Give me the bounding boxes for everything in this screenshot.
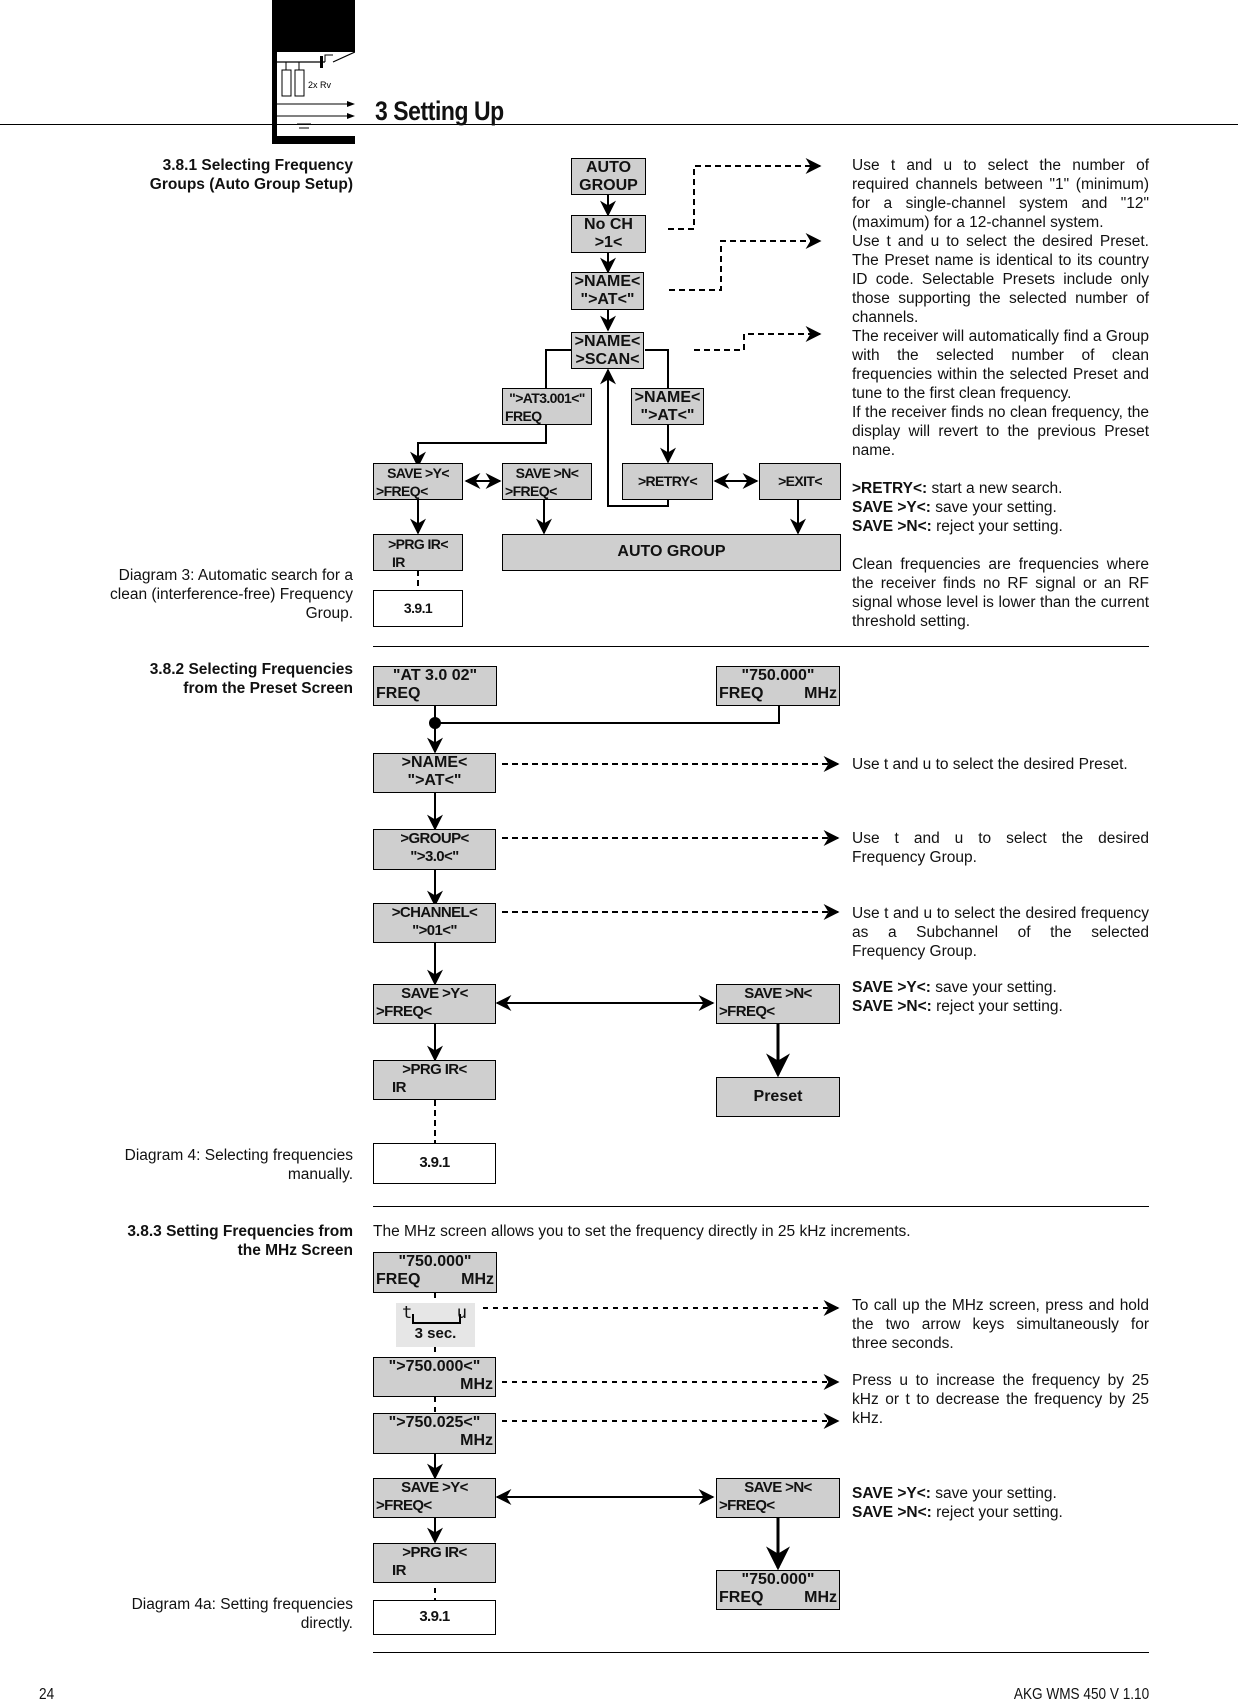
display-retry: >RETRY< bbox=[622, 463, 713, 500]
section-ref-3-9-1[interactable]: 3.9.1 bbox=[373, 590, 463, 627]
line bbox=[645, 349, 669, 390]
section-divider bbox=[373, 1206, 1149, 1207]
display-auto-group: AUTO GROUP bbox=[571, 158, 646, 195]
display-save-n: SAVE >N< >FREQ< bbox=[502, 463, 592, 500]
display-prg-ir: >PRG IR< IR bbox=[373, 534, 463, 571]
section-3-8-3-intro: The MHz screen allows you to set the fre… bbox=[373, 1223, 911, 1240]
section-3-8-2-legend: SAVE >Y<: save your setting. SAVE >N<: r… bbox=[852, 979, 1063, 1015]
section-divider bbox=[373, 1652, 1149, 1653]
display-at3001: ">AT3.001<" FREQ bbox=[502, 388, 592, 425]
desc-select-group: Use t and u to select the desired Freque… bbox=[852, 830, 1149, 866]
section-heading-3-8-2: 3.8.2 Selecting Frequencies from the Pre… bbox=[149, 661, 353, 697]
section-3-8-1-description: Use t and u to select the number of requ… bbox=[852, 157, 1149, 630]
display-save-y: SAVE >Y< >FREQ< bbox=[373, 1478, 496, 1518]
display-no-ch: No CH >1< bbox=[571, 215, 646, 253]
display-save-y: SAVE >Y< >FREQ< bbox=[373, 463, 463, 500]
display-name-at-right: >NAME< ">AT<" bbox=[631, 388, 704, 425]
desc-select-channel: Use t and u to select the desired freque… bbox=[852, 905, 1149, 960]
diagram-4-caption: Diagram 4: Selecting frequencies manuall… bbox=[124, 1147, 353, 1183]
diagram-3-caption: Diagram 3: Automatic search for a clean … bbox=[110, 567, 353, 622]
arrow bbox=[410, 425, 547, 468]
page-number: 24 bbox=[39, 1686, 55, 1703]
display-save-n: SAVE >N< >FREQ< bbox=[716, 984, 840, 1024]
section-heading-3-8-1: 3.8.1 Selecting Frequency Groups (Auto G… bbox=[149, 157, 353, 193]
section-divider bbox=[373, 646, 1149, 647]
display-group: >GROUP< ">3.0<" bbox=[373, 829, 496, 870]
section-ref-3-9-1[interactable]: 3.9.1 bbox=[373, 1600, 496, 1635]
display-channel: >CHANNEL< ">01<" bbox=[373, 903, 496, 943]
display-save-y: SAVE >Y< >FREQ< bbox=[373, 984, 496, 1024]
display-name-at: >NAME< ">AT<" bbox=[571, 272, 644, 310]
section-heading-3-8-3: 3.8.3 Setting Frequencies from the MHz S… bbox=[127, 1223, 353, 1259]
down-key-icon: t bbox=[402, 1303, 413, 1323]
display-result-750: "750.000" FREQ MHz bbox=[716, 1570, 840, 1610]
desc-change-frequency: Press u to increase the frequency by 25 … bbox=[852, 1372, 1149, 1427]
display-save-n: SAVE >N< >FREQ< bbox=[716, 1478, 840, 1518]
arrow-keys-hold: t u 3 sec. bbox=[396, 1303, 475, 1347]
desc-select-preset: Use t and u to select the desired Preset… bbox=[852, 756, 1128, 773]
section-ref-3-9-1[interactable]: 3.9.1 bbox=[373, 1143, 496, 1184]
section-3-8-3-legend: SAVE >Y<: save your setting. SAVE >N<: r… bbox=[852, 1485, 1063, 1521]
junction-dot bbox=[429, 717, 441, 729]
display-exit: >EXIT< bbox=[759, 463, 841, 500]
display-name-scan: >NAME< >SCAN< bbox=[571, 332, 644, 369]
desc-call-mhz-screen: To call up the MHz screen, press and hol… bbox=[852, 1297, 1149, 1352]
display-at-3-0-02: "AT 3.0 02" FREQ bbox=[373, 666, 497, 706]
display-750-000: ">750.000<" MHz bbox=[373, 1357, 496, 1397]
display-auto-group-result: AUTO GROUP bbox=[502, 534, 841, 571]
display-prg-ir: >PRG IR< IR bbox=[373, 1060, 496, 1100]
line bbox=[545, 349, 571, 390]
display-prg-ir: >PRG IR< IR bbox=[373, 1543, 496, 1583]
display-preset: Preset bbox=[716, 1077, 840, 1117]
hold-bracket bbox=[412, 1314, 461, 1324]
diagram-4a-caption: Diagram 4a: Setting frequencies directly… bbox=[131, 1596, 353, 1632]
display-freq-750: "750.000" FREQ MHz bbox=[716, 666, 840, 706]
display-freq-750: "750.000" FREQ MHz bbox=[373, 1252, 497, 1293]
display-name-at: >NAME< ">AT<" bbox=[373, 753, 496, 793]
product-version: AKG WMS 450 V 1.10 bbox=[1013, 1686, 1149, 1703]
display-750-025: ">750.025<" MHz bbox=[373, 1413, 496, 1454]
